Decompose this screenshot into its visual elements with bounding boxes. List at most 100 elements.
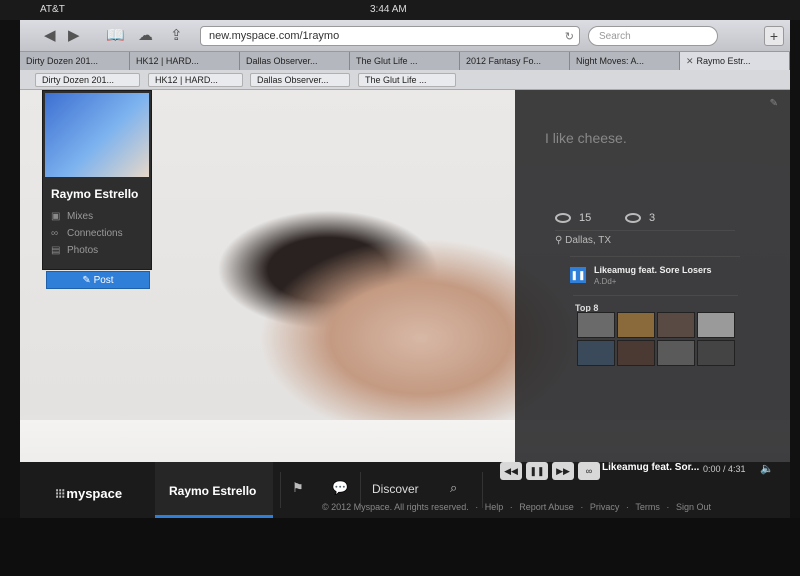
tab-3[interactable]: Dallas Observer...: [240, 52, 350, 70]
nav-user-name: Raymo Estrello: [169, 484, 257, 498]
tab-chip-label: HK12 | HARD...: [155, 75, 218, 85]
tab-4[interactable]: The Glut Life ...: [350, 52, 460, 70]
discover-link[interactable]: Discover: [372, 482, 419, 496]
flag-icon[interactable]: ⚑: [292, 480, 304, 496]
top8-friend[interactable]: [577, 340, 615, 366]
track-title: Likeamug feat. Sore Losers: [594, 265, 712, 275]
cloud-icon[interactable]: ☁: [138, 28, 153, 44]
myspace-navbar: ⁝⁝⁝ myspace Raymo Estrello ⚑ 💬 Discover ⌕…: [20, 462, 790, 518]
connections-icon: ∞: [51, 228, 59, 239]
pause-button[interactable]: ❚❚: [526, 462, 548, 480]
post-label: Post: [93, 275, 114, 286]
pause-icon[interactable]: ❚❚: [570, 267, 586, 283]
pin-icon[interactable]: ✎: [770, 98, 778, 109]
footer: © 2012 Myspace. All rights reserved. · H…: [320, 502, 713, 512]
top8-friend[interactable]: [657, 340, 695, 366]
tab-label: Dallas Observer...: [246, 56, 318, 66]
info-panel: ✎ I like cheese. 15 3 ⚲ Dallas, TX ❚❚ Li…: [515, 90, 790, 518]
tab-label: 2012 Fantasy Fo...: [466, 56, 542, 66]
top8-friend[interactable]: [617, 340, 655, 366]
profile-picture[interactable]: [45, 93, 149, 177]
connect-button[interactable]: ∞: [578, 462, 600, 480]
myspace-logo[interactable]: ⁝⁝⁝ myspace: [55, 486, 122, 502]
profile-tagline: I like cheese.: [545, 130, 627, 146]
tab-chip[interactable]: Dallas Observer...: [250, 73, 350, 87]
footer-terms-link[interactable]: Terms: [635, 502, 660, 512]
nav-user-tab[interactable]: Raymo Estrello: [155, 462, 273, 518]
footer-sep: ·: [475, 502, 479, 512]
tab-6[interactable]: Night Moves: A...: [570, 52, 680, 70]
back-icon[interactable]: ◀: [44, 28, 56, 44]
tab-chip[interactable]: Dirty Dozen 201...: [35, 73, 140, 87]
mutual-stat[interactable]: 3: [625, 212, 655, 224]
search-icon[interactable]: ⌕: [450, 480, 457, 496]
footer-sep: ·: [666, 502, 670, 512]
mutual-icon: [625, 213, 641, 224]
playback-time: 0:00 / 4:31: [703, 464, 746, 474]
connections-label: Connections: [67, 228, 123, 239]
logo-text: myspace: [66, 486, 123, 501]
footer-help-link[interactable]: Help: [485, 502, 504, 512]
tab-chip[interactable]: The Glut Life ...: [358, 73, 456, 87]
share-icon[interactable]: ⇪: [170, 28, 183, 44]
url-field[interactable]: new.myspace.com/1raymo ↻: [200, 26, 580, 46]
footer-sep: ·: [625, 502, 629, 512]
mixes-icon: ▣: [51, 211, 61, 222]
carrier-label: AT&T: [40, 4, 65, 15]
footer-privacy-link[interactable]: Privacy: [590, 502, 620, 512]
divider: [573, 295, 738, 296]
search-input[interactable]: Search: [588, 26, 718, 46]
url-text: new.myspace.com/1raymo: [209, 30, 340, 42]
location-pin-icon: ⚲: [555, 235, 566, 246]
connections-link[interactable]: ∞ Connections: [51, 228, 123, 239]
connections-stat[interactable]: 15: [555, 212, 591, 224]
now-playing-title[interactable]: Likeamug feat. Sor...: [602, 462, 699, 473]
chat-icon[interactable]: 💬: [332, 480, 348, 496]
post-button[interactable]: ✎ Post: [46, 271, 150, 289]
tab-label: The Glut Life ...: [356, 56, 418, 66]
logo-dots-icon: ⁝⁝⁝: [55, 486, 65, 501]
tab-chip[interactable]: HK12 | HARD...: [148, 73, 243, 87]
tab-2[interactable]: HK12 | HARD...: [130, 52, 240, 70]
status-bar: AT&T 3:44 AM: [0, 0, 800, 20]
top8-grid: [577, 312, 737, 372]
tab-label: HK12 | HARD...: [136, 56, 199, 66]
browser-toolbar: ◀ ▶ 📖 ☁ ⇪ new.myspace.com/1raymo ↻ Searc…: [20, 20, 790, 52]
tab-label: Dirty Dozen 201...: [26, 56, 99, 66]
top8-friend[interactable]: [697, 340, 735, 366]
previous-button[interactable]: ◀◀: [500, 462, 522, 480]
divider: [555, 230, 735, 231]
forward-icon[interactable]: ▶: [68, 28, 80, 44]
nav-divider: [280, 472, 281, 508]
location: ⚲ Dallas, TX: [555, 235, 611, 246]
top8-friend[interactable]: [697, 312, 735, 338]
tab-bar: Dirty Dozen 201... HK12 | HARD... Dallas…: [20, 52, 790, 70]
clock: 3:44 AM: [370, 4, 407, 15]
reload-icon[interactable]: ↻: [565, 30, 574, 43]
profile-name: Raymo Estrello: [51, 187, 139, 201]
new-tab-button[interactable]: +: [764, 26, 784, 46]
bookmarks-icon[interactable]: 📖: [106, 28, 125, 44]
top8-friend[interactable]: [617, 312, 655, 338]
close-tab-icon[interactable]: ✕: [686, 56, 694, 66]
tab-chip-label: Dirty Dozen 201...: [42, 75, 115, 85]
location-text: Dallas, TX: [565, 235, 612, 246]
mixes-link[interactable]: ▣ Mixes: [51, 211, 93, 222]
copyright: © 2012 Myspace. All rights reserved.: [322, 502, 469, 512]
top8-friend[interactable]: [577, 312, 615, 338]
device-bezel: [0, 518, 800, 576]
footer-report-link[interactable]: Report Abuse: [519, 502, 574, 512]
tab-5[interactable]: 2012 Fantasy Fo...: [460, 52, 570, 70]
mixes-label: Mixes: [67, 211, 94, 222]
photos-link[interactable]: ▤ Photos: [51, 245, 98, 256]
tab-1[interactable]: Dirty Dozen 201...: [20, 52, 130, 70]
next-button[interactable]: ▶▶: [552, 462, 574, 480]
tab-7-active[interactable]: ✕ Raymo Estr...: [680, 52, 790, 70]
page-content: Raymo Estrello ▣ Mixes ∞ Connections ▤ Phot…: [20, 90, 790, 518]
footer-sep: ·: [509, 502, 513, 512]
footer-signout-link[interactable]: Sign Out: [676, 502, 711, 512]
volume-icon[interactable]: 🔈: [760, 462, 774, 475]
footer-sep: ·: [580, 502, 584, 512]
connections-icon: [555, 213, 571, 224]
top8-friend[interactable]: [657, 312, 695, 338]
